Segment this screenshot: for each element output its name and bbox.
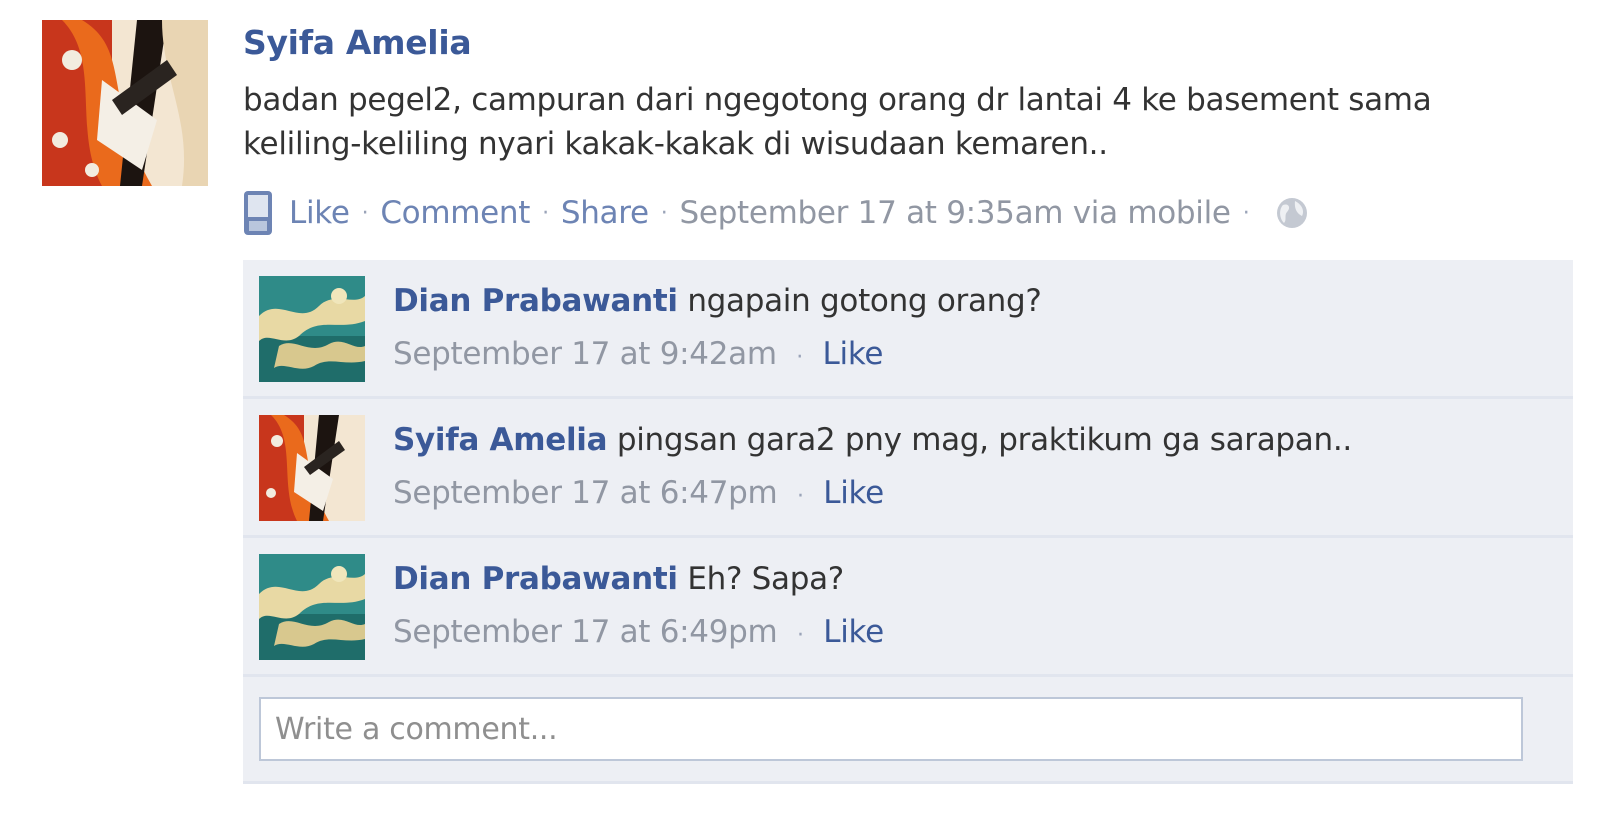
comment-author-avatar[interactable]	[259, 554, 365, 660]
separator: ·	[542, 200, 549, 226]
post-author-avatar[interactable]	[42, 20, 208, 186]
comment-body: Dian Prabawanti Eh? Sapa? September 17 a…	[393, 558, 1553, 656]
comment-like-link[interactable]: Like	[823, 475, 884, 511]
comment-link[interactable]: Comment	[380, 195, 530, 231]
share-link[interactable]: Share	[561, 195, 649, 231]
post-text-line-2: keliling-keliling nyari kakak-kakak di w…	[243, 126, 1108, 162]
like-link[interactable]: Like	[289, 195, 350, 231]
comment-author-name[interactable]: Dian Prabawanti	[393, 561, 678, 597]
comment-section: Dian Prabawanti ngapain gotong orang? Se…	[243, 260, 1573, 784]
post-timestamp[interactable]: September 17 at 9:35am via mobile	[679, 195, 1231, 231]
comment-text: ngapain gotong orang?	[687, 283, 1042, 319]
separator: ·	[361, 200, 369, 226]
comment-body: Syifa Amelia pingsan gara2 pny mag, prak…	[393, 419, 1553, 517]
comment-like-link[interactable]: Like	[823, 336, 884, 372]
post-text: badan pegel2, campuran dari ngegotong or…	[243, 78, 1573, 166]
post-action-bar: Like · Comment · Share · September 17 at…	[243, 188, 1309, 238]
comment-author-name[interactable]: Dian Prabawanti	[393, 283, 678, 319]
separator: ·	[1242, 200, 1250, 226]
mobile-phone-icon	[243, 190, 273, 236]
comment-body: Dian Prabawanti ngapain gotong orang? Se…	[393, 280, 1553, 378]
comment-timestamp[interactable]: September 17 at 6:47pm	[393, 475, 778, 511]
comment-composer	[243, 677, 1573, 784]
globe-icon[interactable]	[1275, 196, 1309, 230]
comment-timestamp[interactable]: September 17 at 6:49pm	[393, 614, 778, 650]
post-body: Syifa Amelia badan pegel2, campuran dari…	[243, 20, 1573, 166]
comment-author-name[interactable]: Syifa Amelia	[393, 422, 608, 458]
comment-timestamp[interactable]: September 17 at 9:42am	[393, 336, 777, 372]
separator: ·	[660, 200, 668, 226]
post-author-name[interactable]: Syifa Amelia	[243, 20, 1573, 66]
comment-item: Syifa Amelia pingsan gara2 pny mag, prak…	[243, 399, 1573, 538]
comment-item: Dian Prabawanti Eh? Sapa? September 17 a…	[243, 538, 1573, 677]
comment-item: Dian Prabawanti ngapain gotong orang? Se…	[243, 260, 1573, 399]
comment-text: pingsan gara2 pny mag, praktikum ga sara…	[616, 422, 1352, 458]
separator: ·	[796, 623, 804, 648]
separator: ·	[796, 484, 804, 509]
comment-text: Eh? Sapa?	[687, 561, 844, 597]
write-comment-input[interactable]	[259, 697, 1523, 761]
separator: ·	[796, 345, 803, 370]
post-text-line-1: badan pegel2, campuran dari ngegotong or…	[243, 82, 1432, 118]
comment-like-link[interactable]: Like	[823, 614, 884, 650]
comment-author-avatar[interactable]	[259, 415, 365, 521]
comment-author-avatar[interactable]	[259, 276, 365, 382]
